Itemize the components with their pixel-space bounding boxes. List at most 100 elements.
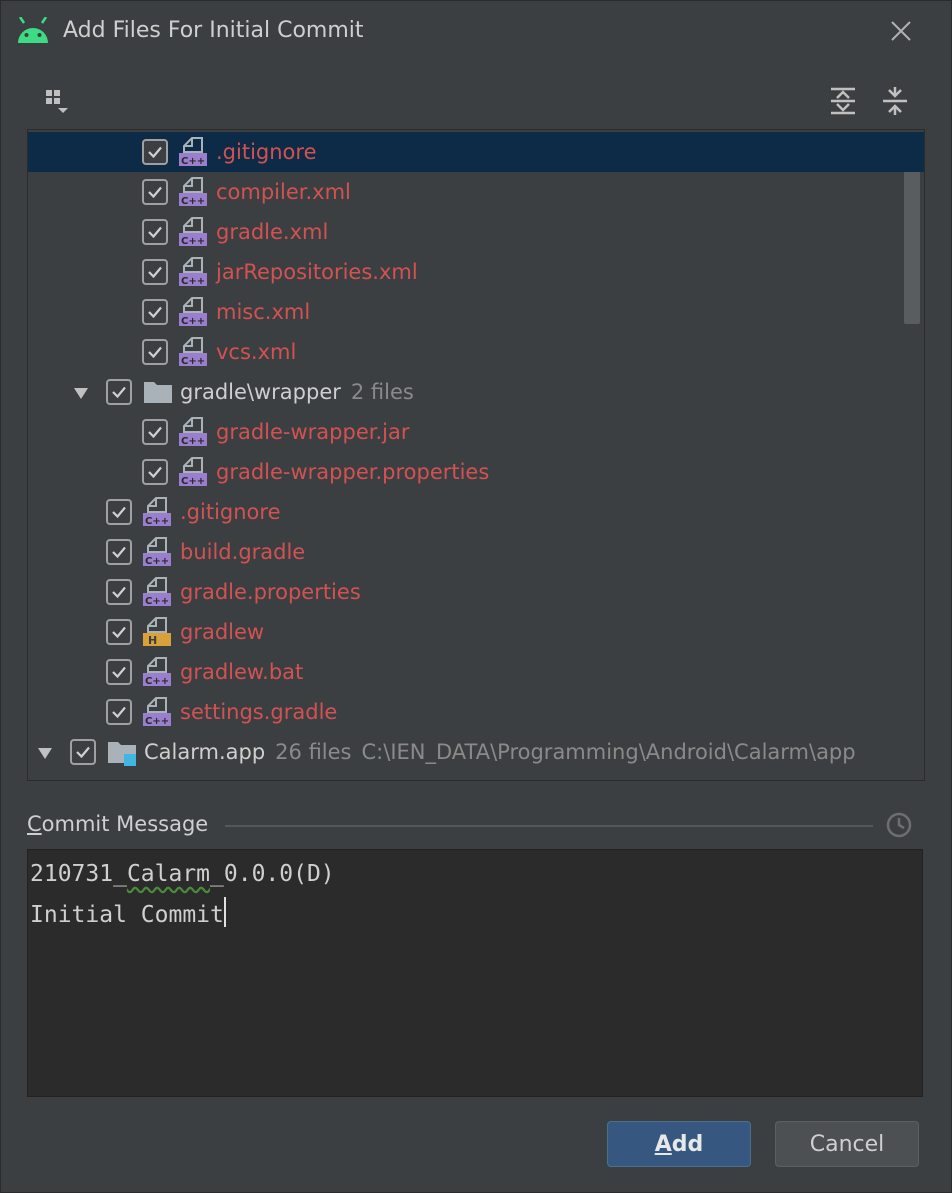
tree-folder-row[interactable]: Calarm.app 26 files C:\IEN_DATA\Programmin… — [28, 732, 900, 772]
tree-item-label: .gitignore — [216, 140, 317, 164]
tree-scrollbar[interactable] — [904, 156, 920, 324]
collapse-all-button[interactable] — [875, 81, 915, 121]
checkbox[interactable] — [142, 419, 168, 445]
tree-item-label: build.gradle — [180, 540, 306, 564]
android-icon — [18, 17, 48, 43]
cpp-file-icon: C++ — [179, 257, 207, 287]
shell-file-icon: H — [143, 617, 171, 647]
tree-item-label: gradle-wrapper.properties — [216, 460, 490, 484]
svg-text:C++: C++ — [181, 316, 205, 327]
cpp-file-icon: C++ — [179, 137, 207, 167]
cpp-file-icon: C++ — [179, 457, 207, 487]
checkbox[interactable] — [142, 339, 168, 365]
file-count: 2 files — [350, 380, 414, 404]
close-icon — [891, 21, 911, 41]
tree-file-row[interactable]: C++ misc.xml — [28, 292, 900, 332]
tree-file-row[interactable]: C++ gradle-wrapper.jar — [28, 412, 900, 452]
changes-toolbar — [27, 81, 925, 125]
checkbox[interactable] — [142, 259, 168, 285]
cpp-file-icon: C++ — [143, 657, 171, 687]
svg-text:C++: C++ — [145, 556, 169, 567]
tree-file-row[interactable]: C++ jarRepositories.xml — [28, 252, 900, 292]
spellcheck-word: Calarm — [126, 861, 211, 887]
tree-item-label: settings.gradle — [180, 700, 338, 724]
cpp-file-icon: C++ — [179, 417, 207, 447]
checkbox[interactable] — [106, 619, 132, 645]
collapse-all-icon — [883, 87, 907, 115]
cpp-file-icon: C++ — [143, 697, 171, 727]
svg-text:C++: C++ — [181, 436, 205, 447]
clock-icon — [886, 812, 912, 838]
svg-text:C++: C++ — [181, 236, 205, 247]
checkbox[interactable] — [106, 699, 132, 725]
tree-file-row[interactable]: C++ build.gradle — [28, 532, 900, 572]
tree-file-row[interactable]: C++ compiler.xml — [28, 172, 900, 212]
cpp-file-icon: C++ — [179, 177, 207, 207]
tree-item-label: gradle.properties — [180, 580, 361, 604]
commit-message-line-1: 210731_Calarm_0.0.0(D) — [30, 861, 335, 887]
checkbox[interactable] — [70, 739, 96, 765]
tree-item-label: .gitignore — [180, 500, 281, 524]
tree-file-row[interactable]: C++ gradle-wrapper.properties — [28, 452, 900, 492]
svg-text:C++: C++ — [181, 356, 205, 367]
cpp-file-icon: C++ — [143, 497, 171, 527]
checkbox[interactable] — [106, 539, 132, 565]
add-files-dialog: Add Files For Initial Commit C++ .gitign… — [0, 0, 952, 1193]
tree-item-label: misc.xml — [216, 300, 311, 324]
checkbox[interactable] — [142, 139, 168, 165]
checkbox[interactable] — [142, 459, 168, 485]
checkbox[interactable] — [142, 219, 168, 245]
cpp-file-icon: C++ — [143, 537, 171, 567]
cpp-file-icon: C++ — [179, 297, 207, 327]
checkbox[interactable] — [106, 659, 132, 685]
cpp-file-icon: C++ — [179, 337, 207, 367]
checkbox[interactable] — [106, 579, 132, 605]
svg-text:C++: C++ — [181, 476, 205, 487]
svg-text:H: H — [148, 634, 157, 647]
cancel-button[interactable]: Cancel — [775, 1121, 919, 1167]
group-by-button[interactable] — [37, 81, 77, 121]
tree-file-row[interactable]: Hgradlew — [28, 612, 900, 652]
folder-icon — [144, 382, 172, 403]
file-count: 26 files — [275, 740, 352, 764]
module-folder-icon — [108, 742, 136, 766]
changes-tree[interactable]: C++ .gitignore C++ compiler.xml C++ gradle.xm… — [27, 129, 925, 781]
dialog-title: Add Files For Initial Commit — [63, 18, 364, 43]
svg-text:C++: C++ — [145, 516, 169, 527]
group-by-icon — [46, 90, 68, 113]
svg-text:C++: C++ — [145, 676, 169, 687]
add-button[interactable]: Add — [607, 1121, 751, 1167]
expand-arrow-icon[interactable] — [70, 382, 92, 404]
expand-arrow-icon[interactable] — [34, 742, 56, 764]
tree-item-label: gradle-wrapper.jar — [216, 420, 410, 444]
tree-item-label: Calarm.app 26 files C:\IEN_DATA\Programmin… — [144, 740, 856, 764]
tree-file-row[interactable]: C++ vcs.xml — [28, 332, 900, 372]
separator-line — [225, 825, 873, 827]
svg-text:C++: C++ — [181, 196, 205, 207]
tree-file-row[interactable]: C++ gradlew.bat — [28, 652, 900, 692]
checkbox[interactable] — [142, 179, 168, 205]
tree-file-row[interactable]: C++ .gitignore — [28, 492, 900, 532]
tree-item-label: vcs.xml — [216, 340, 297, 364]
tree-item-label: gradlew.bat — [180, 660, 304, 684]
cpp-file-icon: C++ — [179, 217, 207, 247]
svg-text:C++: C++ — [181, 276, 205, 287]
svg-text:C++: C++ — [181, 156, 205, 167]
checkbox[interactable] — [106, 379, 132, 405]
tree-folder-row[interactable]: gradle\wrapper 2 files — [28, 372, 900, 412]
tree-file-row[interactable]: C++ settings.gradle — [28, 692, 900, 732]
tree-file-row[interactable]: C++ gradle.xml — [28, 212, 900, 252]
tree-file-row[interactable]: C++ .gitignore — [28, 132, 924, 172]
commit-history-button[interactable] — [881, 807, 917, 843]
tree-item-label: compiler.xml — [216, 180, 351, 204]
checkbox[interactable] — [142, 299, 168, 325]
svg-text:C++: C++ — [145, 596, 169, 607]
close-button[interactable] — [881, 11, 921, 51]
tree-file-row[interactable]: C++ gradle.properties — [28, 572, 900, 612]
expand-all-icon — [831, 87, 855, 115]
cpp-file-icon: C++ — [143, 577, 171, 607]
expand-all-button[interactable] — [823, 81, 863, 121]
commit-message-input[interactable]: 210731_Calarm_0.0.0(D) Initial Commit — [27, 849, 923, 1097]
commit-message-label: Commit Message — [27, 812, 209, 836]
checkbox[interactable] — [106, 499, 132, 525]
